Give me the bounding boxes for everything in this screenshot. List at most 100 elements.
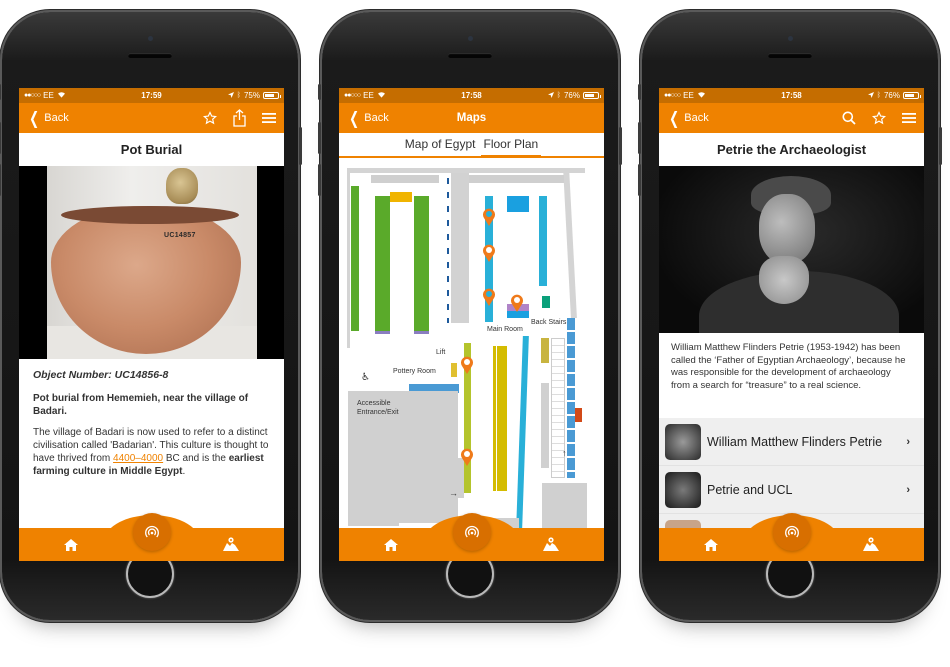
body-text-part: BC and is the: [163, 453, 229, 464]
bottom-tab-bar: [659, 513, 924, 561]
menu-icon[interactable]: [902, 112, 916, 124]
chevron-left-icon: ❮: [669, 108, 680, 128]
volume-up-button: [0, 122, 1, 154]
beacon-icon: [784, 525, 799, 538]
front-camera: [788, 36, 793, 41]
map-tab[interactable]: [223, 537, 239, 556]
home-icon: [384, 539, 398, 551]
display-case-green: [351, 186, 359, 331]
label-entrance-exit: Entrance/Exit: [357, 409, 399, 416]
label-main-room: Main Room: [487, 326, 523, 333]
power-button: [299, 127, 302, 165]
body-text-part: .: [182, 466, 186, 477]
display-case-grey: [541, 383, 549, 468]
home-tab[interactable]: [384, 538, 398, 556]
mute-switch: [0, 84, 1, 100]
display-case-teal: [542, 296, 550, 308]
back-button[interactable]: ❮ Back: [347, 110, 389, 127]
back-button[interactable]: ❮ Back: [27, 110, 69, 127]
bluetooth-icon: ᛒ: [556, 92, 561, 99]
wall: [347, 168, 350, 348]
phone-frame-2: ●●○○○ EE 17:58 ᛒ 76% ❮ Back Maps Map of …: [318, 12, 622, 620]
map-pin[interactable]: [460, 356, 474, 374]
menu-icon[interactable]: [262, 112, 276, 124]
clock: 17:58: [461, 91, 482, 100]
map-tab[interactable]: [543, 537, 559, 556]
tab-map-of-egypt[interactable]: Map of Egypt: [405, 137, 476, 156]
map-icon: [863, 537, 879, 551]
back-label: Back: [364, 112, 389, 124]
back-label: Back: [44, 112, 69, 124]
floor-plan-map[interactable]: Back Stairs Main Room Lift Pottery Room …: [339, 158, 604, 558]
earpiece-speaker: [448, 53, 492, 58]
map-pin[interactable]: [482, 208, 496, 226]
list-thumbnail: [665, 471, 701, 508]
chevron-left-icon: ❮: [349, 108, 360, 128]
display-case-green: [375, 196, 390, 331]
star-icon[interactable]: [872, 111, 886, 125]
display-case-green: [414, 196, 429, 331]
map-pin[interactable]: [460, 448, 474, 466]
display-case-olive: [541, 338, 549, 363]
battery-icon: [903, 92, 921, 99]
volume-down-button: [318, 164, 321, 196]
beacon-button[interactable]: [772, 513, 811, 551]
beacon-icon: [144, 525, 159, 538]
earpiece-speaker: [128, 53, 172, 58]
beacon-button[interactable]: [132, 513, 171, 551]
tab-floor-plan[interactable]: Floor Plan: [480, 137, 541, 158]
bluetooth-icon: ᛒ: [236, 92, 241, 99]
wall-case-blue: [447, 178, 449, 323]
display-case-blue: [507, 196, 529, 212]
home-tab[interactable]: [704, 538, 718, 556]
volume-up-button: [638, 122, 641, 154]
status-bar: ●●○○○ EE 17:59 ᛒ 75%: [19, 88, 284, 103]
power-button: [939, 127, 942, 165]
display-case-red: [575, 408, 582, 422]
volume-down-button: [0, 164, 1, 196]
list-item[interactable]: William Matthew Flinders Petrie ›: [659, 418, 924, 466]
share-icon[interactable]: [233, 109, 246, 127]
phone-frame-3: ●●○○○ EE 17:58 ᛒ 76% ❮ Back Petrie the A…: [638, 12, 942, 620]
battery-icon: [583, 92, 601, 99]
display-case-yellow: [497, 346, 507, 491]
clock: 17:58: [781, 91, 802, 100]
portrait-photo: [659, 166, 924, 333]
chevron-right-icon: ›: [906, 483, 910, 496]
display-case-purple: [414, 331, 429, 334]
display-case-blue: [507, 311, 529, 318]
mute-switch: [318, 84, 321, 100]
screen-pot-burial: ●●○○○ EE 17:59 ᛒ 75% ❮ Back Pot Burial U…: [19, 88, 284, 561]
nav-bar: ❮ Back: [19, 103, 284, 133]
display-case-yellow: [451, 363, 457, 377]
list-item[interactable]: Petrie and UCL ›: [659, 466, 924, 514]
back-label: Back: [684, 112, 709, 124]
beacon-icon: [464, 525, 479, 538]
page-title: Pot Burial: [19, 133, 284, 166]
power-button: [619, 127, 622, 165]
page-title: Petrie the Archaeologist: [659, 133, 924, 166]
label-lift: Lift: [436, 349, 446, 356]
display-case-cyan: [539, 196, 547, 286]
beacon-button[interactable]: [452, 513, 491, 551]
battery-icon: [263, 92, 281, 99]
display-case: [371, 175, 439, 183]
pot-accession-label: UC14857: [164, 232, 196, 239]
clock: 17:59: [141, 91, 162, 100]
map-pin[interactable]: [510, 294, 524, 312]
phone-frame-1: ●●○○○ EE 17:59 ᛒ 75% ❮ Back Pot Burial U…: [0, 12, 302, 620]
screen-maps: ●●○○○ EE 17:58 ᛒ 76% ❮ Back Maps Map of …: [339, 88, 604, 561]
front-camera: [148, 36, 153, 41]
home-tab[interactable]: [64, 538, 78, 556]
status-bar: ●●○○○ EE 17:58 ᛒ 76%: [339, 88, 604, 103]
star-icon[interactable]: [203, 111, 217, 125]
display-case: [469, 175, 564, 183]
date-link[interactable]: 4400–4000: [113, 453, 163, 464]
map-pin[interactable]: [482, 288, 496, 306]
back-button[interactable]: ❮ Back: [667, 110, 709, 127]
arrow-right-icon: →: [449, 488, 458, 498]
map-tab[interactable]: [863, 537, 879, 556]
map-pin[interactable]: [482, 244, 496, 262]
object-lead: Pot burial from Hememieh, near the villa…: [33, 393, 249, 417]
search-icon[interactable]: [842, 111, 856, 125]
